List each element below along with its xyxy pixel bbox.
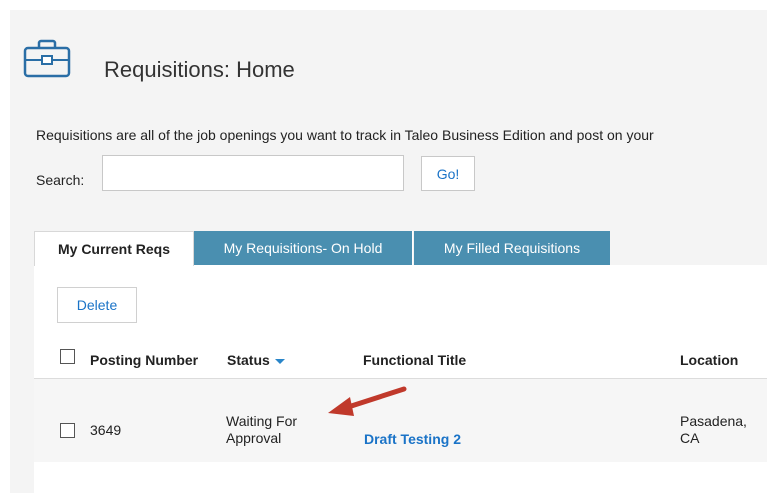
delete-button[interactable]: Delete [57,287,137,323]
status-line-1: Waiting For [226,413,298,429]
column-header-status-label: Status [227,352,270,368]
app-frame: Requisitions: Home Requisitions are all … [0,0,767,493]
search-input[interactable] [102,155,404,191]
column-header-location[interactable]: Location [680,352,738,368]
sort-down-icon [274,358,285,364]
tab-my-filled-requisitions[interactable]: My Filled Requisitions [414,231,610,265]
column-header-posting-number[interactable]: Posting Number [90,352,198,368]
page-header [22,38,72,78]
posting-number-cell: 3649 [90,422,122,438]
briefcase-icon [23,39,71,78]
page-title: Requisitions: Home [104,57,295,82]
column-header-functional-title[interactable]: Functional Title [363,352,466,368]
page-description: Requisitions are all of the job openings… [36,127,654,143]
location-line-1: Pasadena, [680,413,747,429]
location-cell: Pasadena, CA [680,413,747,447]
search-label: Search: [36,172,85,188]
status-cell: Waiting For Approval [226,413,297,447]
select-all-checkbox[interactable] [60,349,75,364]
tab-my-current-reqs[interactable]: My Current Reqs [34,231,194,266]
go-button[interactable]: Go! [421,156,475,191]
column-header-status[interactable]: Status [227,352,285,368]
annotation-arrow-icon [328,386,407,416]
status-line-2: Approval [226,430,282,446]
functional-title-link[interactable]: Draft Testing 2 [364,431,461,447]
tab-my-requisitions-on-hold[interactable]: My Requisitions- On Hold [194,231,413,265]
row-checkbox[interactable] [60,423,75,438]
location-line-2: CA [680,430,700,446]
